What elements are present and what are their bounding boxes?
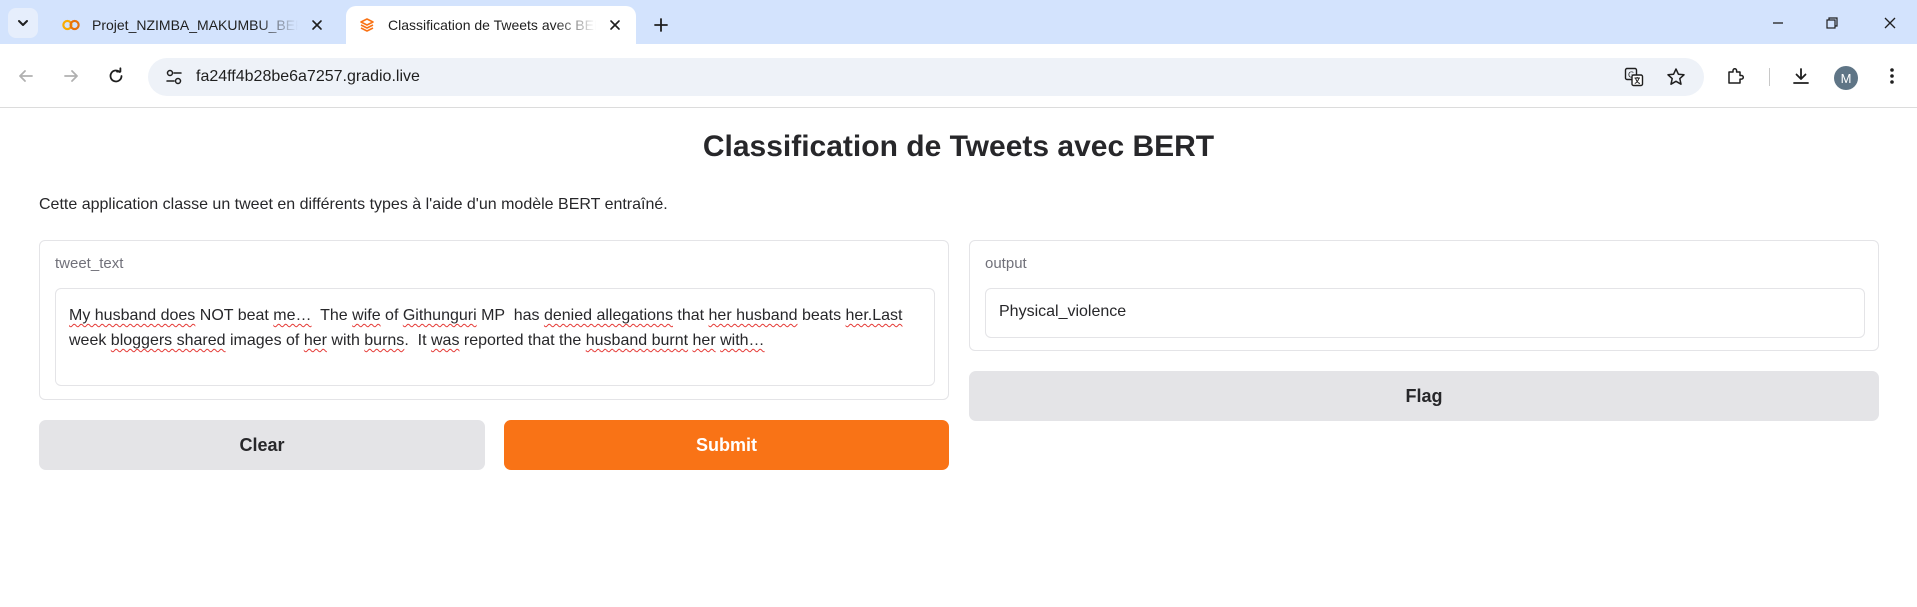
flag-button[interactable]: Flag [969, 371, 1879, 421]
app-description: Cette application classe un tweet en dif… [39, 196, 668, 213]
text-segment: beats [797, 307, 846, 324]
input-label: tweet_text [55, 255, 124, 272]
misspelled-word: her.Last [845, 307, 903, 324]
misspelled-word: with… [720, 332, 765, 349]
misspelled-word: wife [352, 307, 381, 324]
output-textbox[interactable]: Physical_violence [985, 288, 1865, 338]
close-window-button[interactable] [1870, 8, 1910, 38]
browser-tab-colab[interactable]: Projet_NZIMBA_MAKUMBU_BERT [50, 6, 338, 44]
toolbar-divider [1769, 68, 1770, 86]
tab-search-button[interactable] [8, 8, 38, 38]
tweet-text-input[interactable]: My husband does NOT beat me… The wife of… [55, 288, 935, 386]
minimize-icon [1773, 22, 1783, 24]
site-info-icon[interactable] [160, 64, 188, 90]
reload-button[interactable] [100, 60, 132, 92]
misspelled-word: husband burnt [585, 332, 689, 349]
misspelled-word: My husband does [69, 307, 196, 324]
text-segment: NOT beat [195, 307, 274, 324]
browser-toolbar: fa24ff4b28be6a7257.gradio.live G M [0, 44, 1917, 108]
puzzle-icon [1728, 67, 1745, 84]
plus-icon [654, 18, 668, 32]
misspelled-word: me… [273, 307, 312, 324]
close-icon [1884, 17, 1896, 29]
text-segment: . It [404, 332, 431, 349]
more-vertical-icon [1890, 68, 1894, 84]
minimize-button[interactable] [1758, 8, 1798, 38]
misspelled-word: her husband [708, 307, 798, 324]
misspelled-word: denied allegations [543, 307, 673, 324]
bookmark-star-icon[interactable] [1662, 64, 1690, 90]
colab-icon [62, 16, 80, 34]
browser-menu-button[interactable] [1876, 60, 1908, 92]
translate-icon[interactable]: G [1620, 64, 1648, 90]
close-tab-icon[interactable] [306, 14, 328, 36]
new-tab-button[interactable] [648, 12, 674, 38]
restore-icon [1826, 17, 1838, 29]
page-title: Classification de Tweets avec BERT [702, 130, 1215, 163]
text-segment: reported that the [459, 332, 586, 349]
close-tab-icon[interactable] [604, 14, 626, 36]
profile-avatar[interactable]: M [1834, 66, 1858, 90]
submit-button[interactable]: Submit [504, 420, 949, 470]
output-panel: output Physical_violence [969, 240, 1879, 351]
downloads-button[interactable] [1785, 60, 1817, 92]
text-segment: images of [225, 332, 304, 349]
arrow-left-icon [19, 70, 33, 82]
misspelled-word: her [692, 332, 716, 349]
misspelled-word: Githunguri [402, 307, 477, 324]
arrow-right-icon [64, 70, 78, 82]
text-segment: The [311, 307, 353, 324]
tab-title: Classification de Tweets avec BERT [388, 17, 596, 33]
text-segment: MP has [476, 307, 544, 324]
misspelled-word: was [430, 332, 460, 349]
extensions-button[interactable] [1720, 60, 1752, 92]
clear-button[interactable]: Clear [39, 420, 485, 470]
text-segment: with [326, 332, 365, 349]
chevron-down-icon [18, 20, 28, 26]
tab-strip: Projet_NZIMBA_MAKUMBU_BERT Classificatio… [0, 0, 1917, 44]
input-panel: tweet_text My husband does NOT beat me… … [39, 240, 949, 400]
reload-icon [109, 67, 123, 83]
address-bar[interactable]: fa24ff4b28be6a7257.gradio.live G [148, 58, 1704, 96]
gradio-icon [358, 16, 376, 34]
download-icon [1793, 68, 1809, 84]
tab-title: Projet_NZIMBA_MAKUMBU_BERT [92, 17, 298, 33]
text-segment: of [380, 307, 403, 324]
browser-tab-gradio[interactable]: Classification de Tweets avec BERT [346, 6, 636, 44]
misspelled-word: burns [364, 332, 405, 349]
output-value: Physical_violence [999, 303, 1127, 320]
misspelled-word: bloggers shared [110, 332, 226, 349]
misspelled-word: her [303, 332, 327, 349]
url-text[interactable]: fa24ff4b28be6a7257.gradio.live [196, 68, 420, 86]
back-button[interactable] [10, 60, 42, 92]
forward-button[interactable] [55, 60, 87, 92]
restore-button[interactable] [1812, 8, 1852, 38]
text-segment: that [672, 307, 709, 324]
output-label: output [985, 255, 1027, 272]
